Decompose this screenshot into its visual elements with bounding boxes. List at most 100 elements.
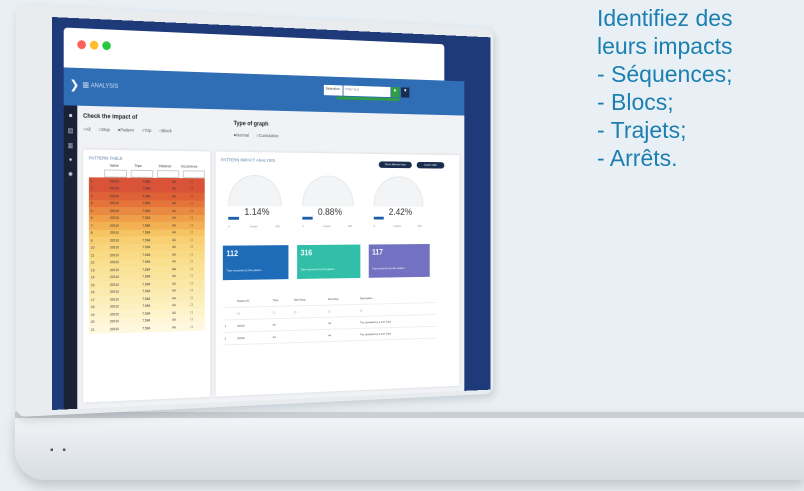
kpi-value: 112: [226, 249, 239, 259]
radio-trip[interactable]: ○Trip: [142, 128, 152, 133]
gauge-2: 0.88% 0 Impact 100: [297, 175, 357, 232]
filter-cell[interactable]: ▢: [271, 305, 293, 319]
gauge-fill: [373, 216, 384, 220]
gauge-scale: 0 Impact 100: [228, 224, 280, 229]
table-row[interactable]: 5 20010 7.584 44 ☐: [88, 207, 205, 215]
pattern-table: 1 20010 7.584 44 ☐ 2 20010 7.584 44 ☐ 3 20010 7.584 4…: [88, 177, 205, 334]
graph-type-heading: Type of graph: [233, 121, 269, 128]
column-header-name[interactable]: Name: [110, 164, 119, 168]
column-header-trips[interactable]: Trips: [134, 164, 141, 168]
table-cell-trips: 7.584: [142, 194, 151, 199]
gear-icon[interactable]: ✺: [64, 171, 78, 178]
sidebar: ■ ▤ ▥ ● ✺: [63, 105, 78, 410]
marketing-line-2: leurs impacts: [597, 33, 733, 59]
laptop-lip: [15, 412, 804, 418]
filter-distance-input[interactable]: [156, 170, 180, 179]
row-checkbox[interactable]: ☐: [188, 222, 204, 229]
column-header-end-stop[interactable]: End Stop: [326, 292, 359, 306]
gauge-fill: [302, 216, 313, 220]
maximize-window-button[interactable]: [102, 41, 111, 51]
laptop-indicator-lights: ▪ ▪: [50, 445, 69, 456]
kpi-value: 316: [300, 248, 313, 258]
filter-name-input[interactable]: [104, 169, 127, 178]
close-window-button[interactable]: [77, 40, 86, 50]
impact-stops-table: Pattern ID Trips Start Stop End Stop Des…: [222, 291, 437, 345]
impact-analysis-title: PATTERN IMPACT ANALYSIS: [221, 157, 276, 163]
hamburger-icon[interactable]: ❯ ≡: [70, 78, 90, 93]
filter-trips-input[interactable]: [130, 169, 154, 178]
table-cell-dist: 44: [171, 194, 176, 199]
marketing-text: Identifiez des leurs impacts - Séquences…: [597, 4, 733, 172]
row-checkbox[interactable]: ☐: [188, 229, 204, 236]
radio-normal[interactable]: ●Normal: [234, 133, 249, 138]
list-icon[interactable]: ▤: [64, 127, 78, 134]
app-brand: ANALYSIS: [90, 83, 119, 90]
table-cell-trips: 7.584: [142, 186, 151, 191]
table-cell-dist: 44: [171, 201, 176, 206]
row-checkbox[interactable]: ☐: [188, 207, 204, 214]
filter-cell[interactable]: ▢: [292, 305, 327, 319]
row-checkbox[interactable]: ☐: [188, 214, 204, 221]
radio-block[interactable]: ○Block: [159, 128, 172, 133]
radio-all[interactable]: ○All: [83, 127, 90, 132]
radio-cumulative[interactable]: ○Cumulative: [256, 133, 278, 138]
gauge-value: 2.42%: [388, 207, 413, 218]
home-icon[interactable]: ■: [64, 113, 78, 119]
impact-analysis-card: PATTERN IMPACT ANALYSIS Show affected tr…: [215, 151, 460, 397]
export-button[interactable]: Export data: [416, 161, 445, 169]
table-cell-id: 5: [90, 208, 93, 213]
marketing-line-4: - Blocs;: [597, 89, 674, 115]
kpi-label: Trips impacted by this pattern: [372, 266, 405, 271]
filter-occurrence-input[interactable]: [182, 170, 205, 179]
table-cell-trips: 7.584: [142, 326, 151, 331]
kpi-card-3[interactable]: 117 Trips impacted by this pattern: [368, 244, 430, 278]
gauge-arc: [228, 174, 282, 207]
pattern-table-card: PATTERN TABLE Name Trips Distance Occurr…: [83, 149, 211, 403]
search-icon[interactable]: ▸: [391, 87, 400, 98]
search-input[interactable]: Filter text: [343, 85, 391, 98]
laptop-base: ▪ ▪: [15, 412, 804, 480]
table-cell-name: 20010: [109, 326, 119, 332]
radio-stop[interactable]: ○Stop: [98, 127, 109, 132]
minimize-window-button[interactable]: [89, 40, 99, 50]
row-checkbox[interactable]: ☐: [188, 200, 204, 207]
table-cell-name: 20010: [109, 194, 119, 198]
row-checkbox[interactable]: ☐: [188, 178, 204, 185]
row-checkbox[interactable]: ☐: [188, 193, 204, 200]
gauge-arc: [302, 175, 354, 207]
column-header-pattern[interactable]: Pattern ID: [235, 294, 272, 308]
filter-cell[interactable]: ▢: [326, 304, 359, 318]
table-cell-name: 20010: [109, 223, 119, 228]
gauge-value: 0.88%: [317, 207, 343, 218]
laptop-screen: ❯ ≡ ANALYSIS Selection Filter text ▸ ▾ ■…: [52, 17, 491, 410]
row-checkbox[interactable]: ☐: [188, 185, 204, 192]
kpi-card-2[interactable]: 316 Trips impacted by this pattern: [297, 244, 361, 279]
chart-icon[interactable]: ▥: [64, 142, 78, 149]
radio-pattern[interactable]: ●Pattern: [118, 127, 134, 132]
kpi-label: Trips impacted by this pattern: [226, 268, 262, 273]
table-cell-name: 20010: [109, 208, 119, 213]
graph-type-options: ●Normal ○Cumulative: [234, 133, 285, 139]
gauge-scale: 0 Impact 100: [373, 223, 422, 228]
show-affected-trips-button[interactable]: Show affected trips: [378, 161, 412, 169]
column-header-start-stop[interactable]: Start Stop: [292, 293, 327, 306]
user-icon[interactable]: ●: [64, 157, 78, 163]
column-header-trips[interactable]: Trips: [271, 294, 293, 307]
column-header-distance[interactable]: Distance: [159, 164, 172, 168]
filter-cell[interactable]: ▢: [235, 306, 272, 320]
table-row[interactable]: 4 20010 7.584 44 ☐: [88, 199, 205, 208]
table-cell-id: 8: [90, 231, 93, 236]
download-icon[interactable]: ▾: [401, 87, 410, 98]
table-cell-dist: 44: [171, 187, 176, 191]
filter-select[interactable]: Selection: [323, 84, 343, 96]
kpi-label: Trips impacted by this pattern: [300, 267, 335, 272]
pattern-table-header: Name Trips Distance Occurrence: [89, 163, 205, 169]
table-cell-dist: 44: [171, 230, 176, 235]
table-cell-trips: 7.584: [142, 208, 151, 213]
column-header-occurrence[interactable]: Occurrence: [181, 165, 198, 169]
row-checkbox[interactable]: ☐: [188, 323, 204, 331]
kpi-card-1[interactable]: 112 Trips impacted by this pattern: [222, 245, 289, 281]
marketing-line-1: Identifiez des: [597, 5, 733, 31]
row-checkbox[interactable]: ☐: [188, 236, 204, 243]
table-cell-name: 20010: [109, 216, 119, 221]
